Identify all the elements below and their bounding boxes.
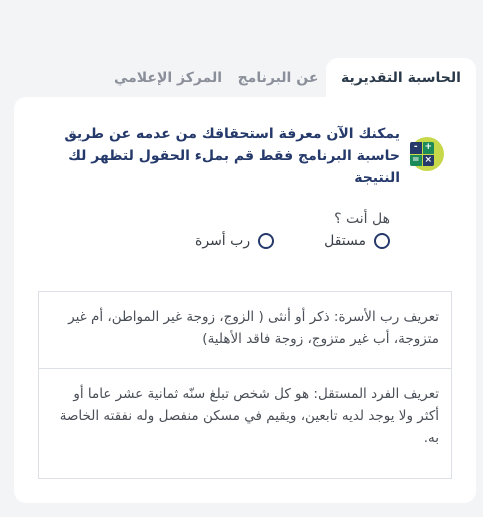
tab-estimate-calculator[interactable]: الحاسبة التقديرية <box>326 58 476 98</box>
independent-label: مستقل <box>324 233 366 249</box>
option-household-head[interactable]: رب أسرة <box>195 233 275 249</box>
tab-bar: الحاسبة التقديرية عن البرنامج المركز الإ… <box>14 58 476 98</box>
household-head-label: رب أسرة <box>195 233 251 249</box>
household-head-definition: تعريف رب الأسرة: ذكر أو أنثى ( الزوج، زو… <box>39 292 451 369</box>
option-independent[interactable]: مستقل <box>324 233 390 249</box>
plus-icon: + <box>422 142 434 154</box>
minus-icon: - <box>410 142 422 154</box>
calculator-icon: + - × = <box>410 137 444 171</box>
calculator-panel: + - × = يمكنك الآن معرفة استحقاقك من عدم… <box>14 97 476 503</box>
tab-about-program[interactable]: عن البرنامج <box>230 58 326 98</box>
multiply-icon: × <box>422 154 434 166</box>
household-head-radio[interactable] <box>258 233 275 249</box>
equals-icon: = <box>410 154 422 166</box>
definitions-box: تعريف رب الأسرة: ذكر أو أنثى ( الزوج، زو… <box>38 291 452 479</box>
calculator-icon-grid: + - × = <box>410 142 434 166</box>
tab-media-center[interactable]: المركز الإعلامي <box>106 58 230 98</box>
intro-section: + - × = يمكنك الآن معرفة استحقاقك من عدم… <box>44 123 444 189</box>
independent-radio[interactable] <box>374 233 390 249</box>
question-label: هل أنت ؟ <box>334 211 390 227</box>
intro-text: يمكنك الآن معرفة استحقاقك من عدمه عن طري… <box>64 126 400 186</box>
applicant-type-options: مستقل رب أسرة <box>195 233 390 249</box>
independent-definition: تعريف الفرد المستقل: هو كل شخص تبلغ سنّه… <box>59 386 439 446</box>
